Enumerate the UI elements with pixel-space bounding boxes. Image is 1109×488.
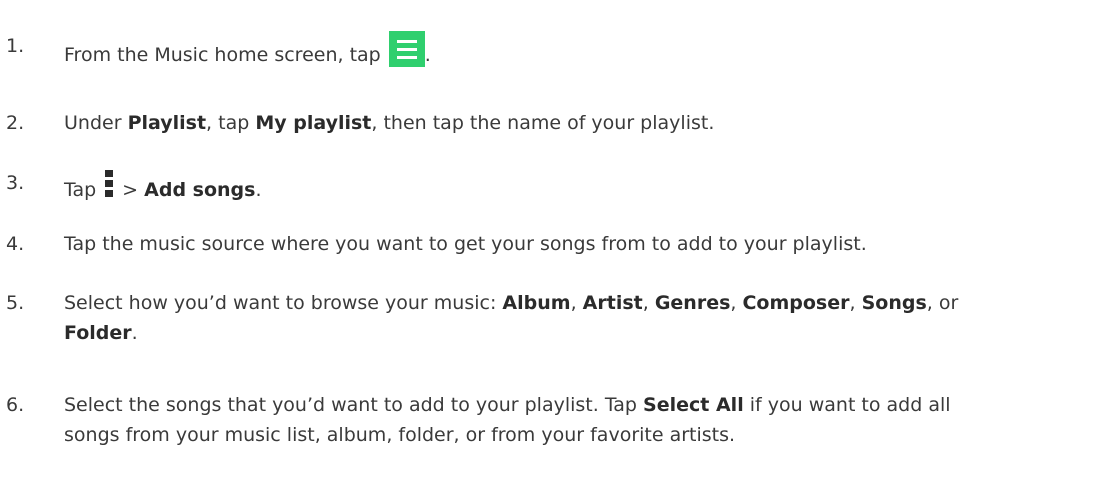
step-number: 6. xyxy=(6,394,25,416)
step-number: 4. xyxy=(6,233,25,255)
step-text: Tap the music source where you want to g… xyxy=(64,233,867,255)
step-number: 1. xyxy=(6,35,25,57)
step-number: 5. xyxy=(6,292,25,314)
more-vertical-icon xyxy=(104,168,114,198)
step-text: From the Music home screen, tap. xyxy=(64,31,1100,70)
step-text: Select the songs that you’d want to add … xyxy=(64,394,951,446)
step-text: Tap > Add songs. xyxy=(64,168,1100,205)
step-text: Under Playlist, tap My playlist, then ta… xyxy=(64,112,715,134)
step-text: Select how you’d want to browse your mus… xyxy=(64,292,959,344)
hamburger-menu-icon xyxy=(388,31,425,67)
step-number: 2. xyxy=(6,112,25,134)
step-number: 3. xyxy=(6,172,25,194)
instruction-steps: 1. From the Music home screen, tap. 2. U… xyxy=(0,0,1109,488)
